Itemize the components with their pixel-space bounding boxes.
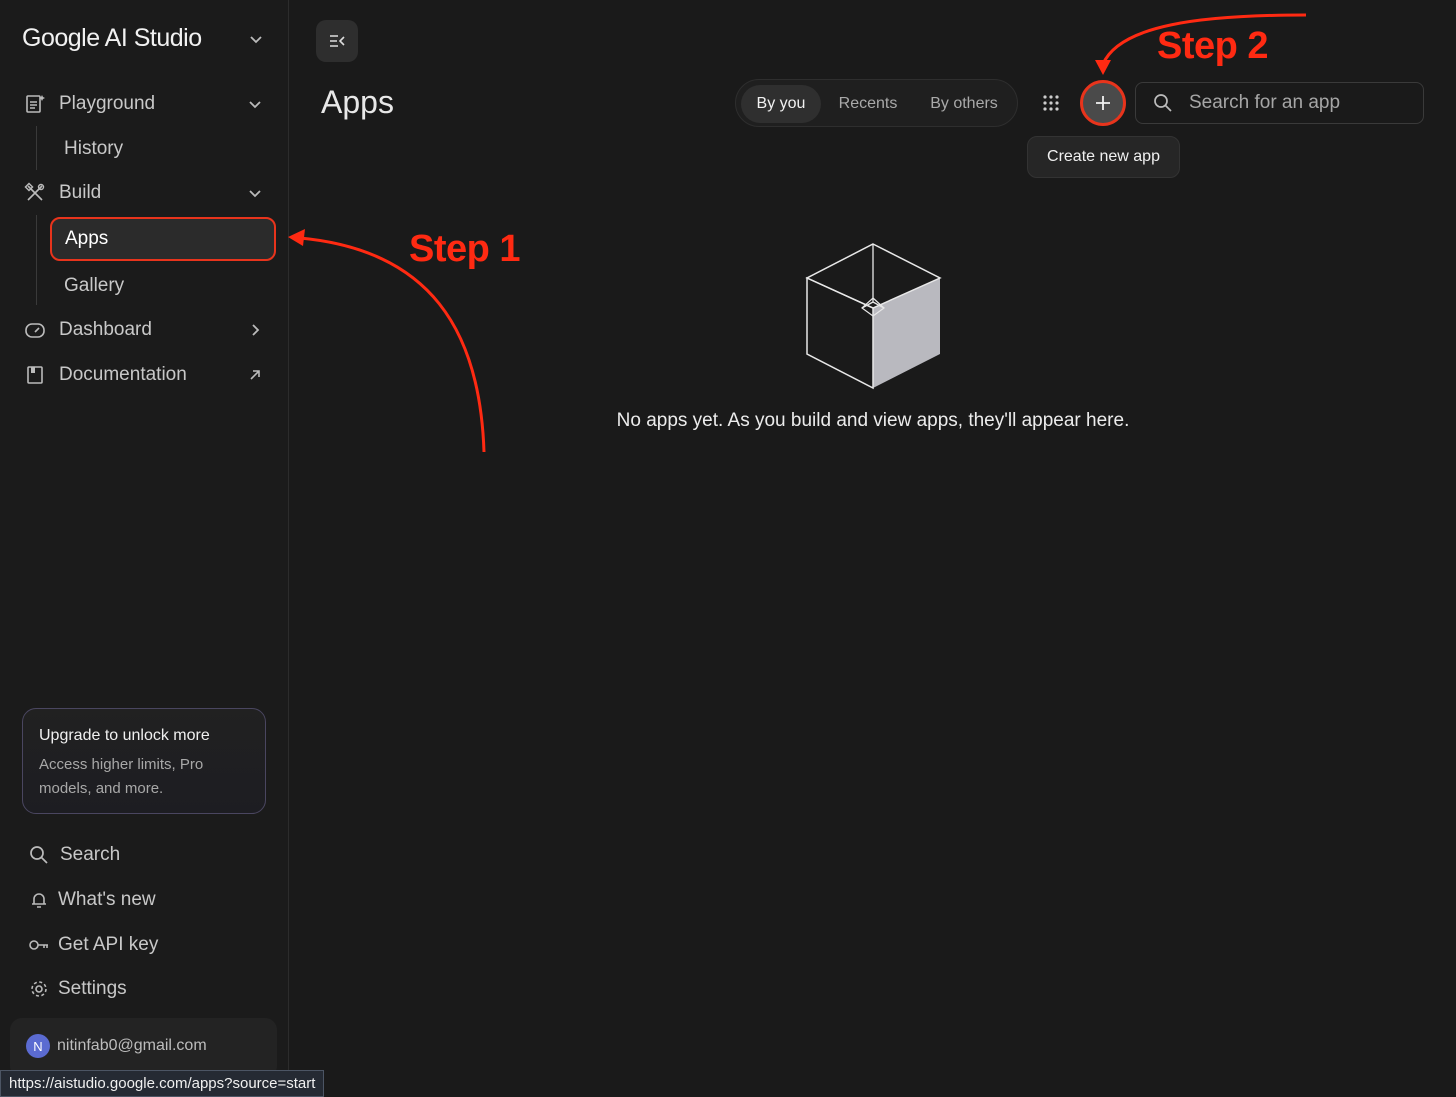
filter-segmented-control: By you Recents By others [735, 79, 1018, 127]
search-icon [1154, 94, 1172, 112]
playground-icon [24, 93, 46, 115]
search-icon [28, 844, 50, 866]
chevron-down-icon[interactable] [246, 184, 264, 202]
create-app-tooltip: Create new app [1027, 136, 1180, 178]
sidebar-item-label: Settings [58, 978, 127, 999]
book-icon [24, 364, 46, 386]
sidebar-item-dashboard[interactable]: Dashboard [24, 312, 274, 348]
sidebar-item-label: Build [59, 182, 102, 203]
external-link-icon[interactable] [246, 366, 264, 384]
arrowhead-step-2 [1095, 60, 1111, 75]
annotation-step-1: Step 1 [409, 228, 521, 270]
brand-logo[interactable]: Google AI Studio [22, 24, 202, 53]
empty-state-message: No apps yet. As you build and view apps,… [616, 410, 1130, 431]
gear-icon [28, 978, 50, 1000]
account-chip[interactable]: N nitinfab0@gmail.com [10, 1018, 277, 1078]
sidebar-item-label: Documentation [59, 364, 187, 385]
sidebar-search[interactable]: Search [28, 839, 120, 871]
chevron-down-icon[interactable] [246, 95, 264, 113]
grid-icon [1043, 95, 1059, 111]
sidebar-item-playground[interactable]: Playground [24, 86, 274, 122]
build-icon [24, 182, 46, 204]
sidebar-item-build[interactable]: Build [24, 175, 274, 211]
tree-line [36, 215, 37, 305]
account-email: nitinfab0@gmail.com [57, 1037, 207, 1054]
plus-icon [1096, 96, 1110, 110]
sidebar-whats-new[interactable]: What's new [28, 884, 156, 916]
chevron-right-icon[interactable] [246, 321, 264, 339]
status-url: https://aistudio.google.com/apps?source=… [0, 1070, 325, 1097]
filter-by-others[interactable]: By others [916, 85, 1012, 123]
dashboard-icon [24, 319, 46, 341]
upgrade-card[interactable]: Upgrade to unlock more Access higher lim… [22, 708, 266, 814]
sidebar-settings[interactable]: Settings [28, 973, 127, 1005]
sidebar-item-documentation[interactable]: Documentation [24, 357, 274, 393]
bell-icon [28, 889, 50, 911]
collapse-sidebar-button[interactable] [316, 20, 358, 62]
menu-collapse-icon [330, 35, 345, 47]
sidebar-item-label: What's new [58, 889, 156, 910]
key-icon [28, 934, 50, 956]
sidebar-item-apps[interactable]: Apps [50, 217, 276, 261]
sidebar-item-label: Dashboard [59, 319, 152, 340]
empty-box-icon [805, 243, 942, 390]
grid-view-button[interactable] [1034, 86, 1068, 120]
create-app-button[interactable] [1080, 80, 1126, 126]
upgrade-title: Upgrade to unlock more [39, 727, 210, 744]
filter-recents[interactable]: Recents [828, 85, 908, 123]
sidebar-get-api-key[interactable]: Get API key [28, 929, 158, 961]
sidebar-item-label: Playground [59, 93, 156, 114]
upgrade-text: Access higher limits, Pro models, and mo… [39, 756, 204, 797]
sidebar-item-history[interactable]: History [64, 131, 123, 167]
chevron-down-icon[interactable] [247, 30, 265, 48]
search-input[interactable] [1189, 92, 1409, 114]
filter-by-you[interactable]: By you [741, 85, 821, 123]
avatar: N [26, 1034, 50, 1058]
arrowhead-step-1 [288, 229, 305, 246]
annotation-step-2: Step 2 [1157, 25, 1269, 67]
sidebar-item-label: Get API key [58, 934, 159, 955]
page-title: Apps [321, 84, 394, 120]
sidebar: Google AI Studio Playground History Buil… [0, 0, 289, 1097]
tree-line [36, 126, 37, 170]
app-search[interactable] [1135, 82, 1424, 124]
sidebar-item-label: Search [60, 844, 121, 865]
sidebar-item-gallery[interactable]: Gallery [64, 268, 124, 304]
